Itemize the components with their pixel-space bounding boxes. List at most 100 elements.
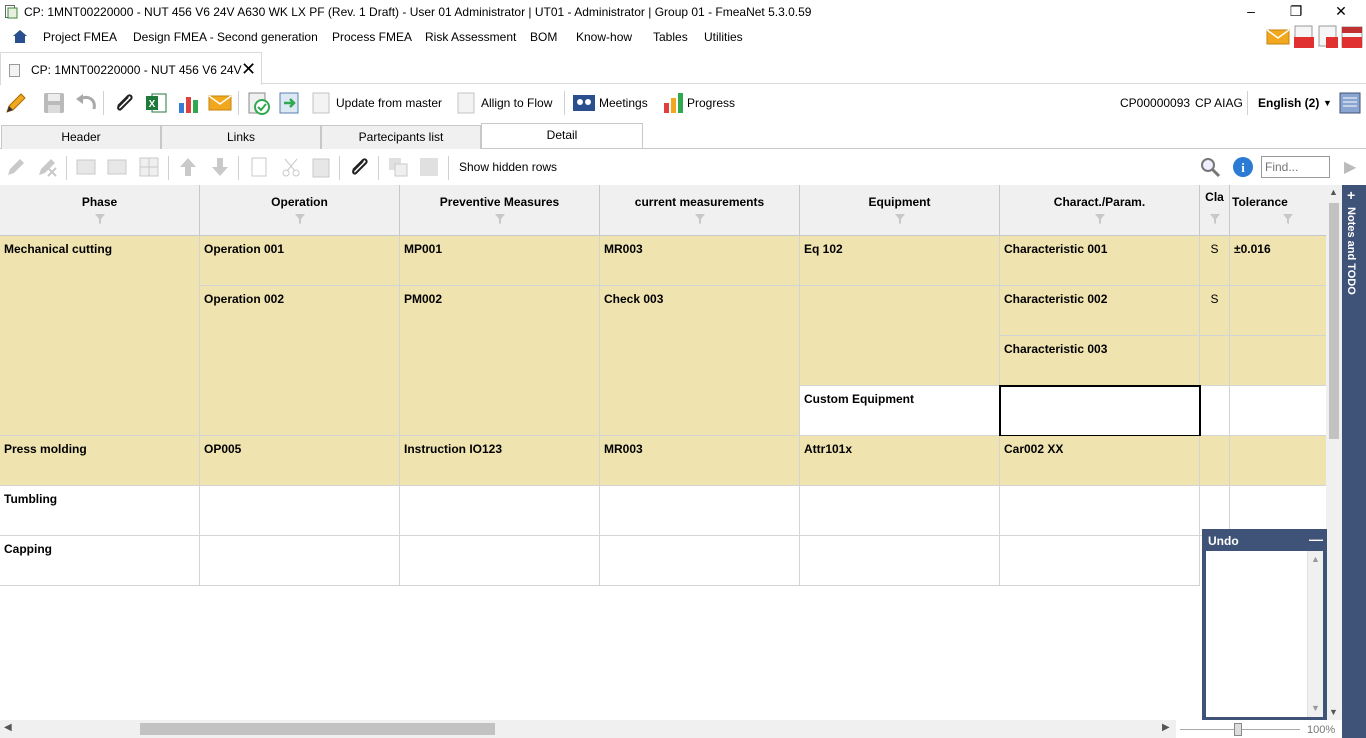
mail-notification-icon[interactable] bbox=[1266, 25, 1290, 49]
chart-icon[interactable] bbox=[176, 91, 200, 115]
cell-tolerance[interactable] bbox=[1230, 336, 1326, 386]
undo-list[interactable]: ▲ ▼ bbox=[1206, 551, 1323, 717]
filter-icon[interactable] bbox=[1209, 214, 1220, 224]
filter-icon[interactable] bbox=[94, 214, 105, 224]
cell-charact[interactable]: Car002 XX bbox=[1000, 436, 1200, 486]
scroll-up-icon[interactable]: ▲ bbox=[1311, 554, 1320, 564]
merge-icon[interactable] bbox=[418, 156, 440, 178]
cell-equipment[interactable] bbox=[800, 486, 1000, 536]
edit-pencil-icon[interactable] bbox=[4, 91, 28, 115]
chevron-down-icon[interactable]: ▼ bbox=[1323, 98, 1332, 108]
move-up-icon[interactable] bbox=[177, 156, 199, 178]
menu-risk-assessment[interactable]: Risk Assessment bbox=[425, 30, 516, 44]
cell-current[interactable] bbox=[600, 536, 800, 586]
tasks-notification-icon[interactable] bbox=[1292, 25, 1316, 49]
menu-bom[interactable]: BOM bbox=[530, 30, 557, 44]
minimize-button[interactable]: – bbox=[1228, 0, 1274, 24]
cell-cla[interactable] bbox=[1200, 436, 1230, 486]
language-select[interactable]: English (2) bbox=[1258, 96, 1319, 110]
column-header-preventive-measures[interactable]: Preventive Measures bbox=[400, 185, 600, 236]
cell-charact[interactable] bbox=[1000, 536, 1200, 586]
tab-partecipants-list[interactable]: Partecipants list bbox=[321, 125, 481, 149]
menu-design-fmea[interactable]: Design FMEA - Second generation bbox=[133, 30, 318, 44]
cell-tolerance[interactable] bbox=[1230, 286, 1326, 336]
delete-row-icon[interactable] bbox=[36, 156, 58, 178]
horizontal-scroll-thumb[interactable] bbox=[140, 723, 495, 735]
filter-icon[interactable] bbox=[494, 214, 505, 224]
vertical-scrollbar[interactable]: ▲ ▼ bbox=[1326, 185, 1342, 720]
expand-notes-icon[interactable]: + bbox=[1347, 187, 1355, 203]
cell-equipment[interactable] bbox=[800, 286, 1000, 386]
info-icon[interactable]: i bbox=[1232, 156, 1254, 178]
cell-cla[interactable] bbox=[1200, 336, 1230, 386]
filter-icon[interactable] bbox=[294, 214, 305, 224]
cell-equipment[interactable]: Attr101x bbox=[800, 436, 1000, 486]
cell-current[interactable] bbox=[600, 486, 800, 536]
zoom-slider-thumb[interactable] bbox=[1234, 723, 1242, 736]
cell-preventive[interactable] bbox=[400, 536, 600, 586]
cell-charact[interactable]: Characteristic 003 bbox=[1000, 336, 1200, 386]
document-tab[interactable]: CP: 1MNT00220000 - NUT 456 V6 24V ✕ bbox=[0, 52, 262, 85]
minimize-undo-icon[interactable]: — bbox=[1309, 531, 1323, 547]
master-document-icon[interactable] bbox=[310, 91, 334, 115]
meetings-button[interactable]: Meetings bbox=[599, 96, 648, 110]
filter-icon[interactable] bbox=[894, 214, 905, 224]
cell-preventive[interactable]: Instruction IO123 bbox=[400, 436, 600, 486]
cell-charact[interactable] bbox=[1000, 486, 1200, 536]
cell-phase[interactable]: Press molding bbox=[0, 436, 200, 486]
insert-child-icon[interactable] bbox=[106, 156, 128, 178]
update-from-master-icon[interactable] bbox=[278, 91, 302, 115]
column-header-equipment[interactable]: Equipment bbox=[800, 185, 1000, 236]
meetings-icon[interactable] bbox=[572, 91, 596, 115]
excel-export-icon[interactable]: X bbox=[144, 91, 168, 115]
cell-phase[interactable]: Tumbling bbox=[0, 486, 200, 536]
save-icon[interactable] bbox=[42, 91, 66, 115]
check-document-icon[interactable] bbox=[247, 91, 271, 115]
menu-tables[interactable]: Tables bbox=[653, 30, 688, 44]
scroll-down-icon[interactable]: ▼ bbox=[1329, 707, 1338, 717]
find-input[interactable] bbox=[1261, 156, 1330, 178]
cell-cla[interactable]: S bbox=[1200, 286, 1230, 336]
allign-to-flow-button[interactable]: Allign to Flow bbox=[481, 96, 552, 110]
cell-current[interactable]: MR003 bbox=[600, 436, 800, 486]
cell-charact[interactable]: Characteristic 001 bbox=[1000, 236, 1200, 286]
cell-equipment[interactable]: Custom Equipment bbox=[800, 386, 1000, 436]
filter-icon[interactable] bbox=[1094, 214, 1105, 224]
cell-tolerance[interactable]: ±0.016 bbox=[1230, 236, 1326, 286]
cell-operation[interactable] bbox=[200, 486, 400, 536]
update-from-master-button[interactable]: Update from master bbox=[336, 96, 442, 110]
selected-cell-charact[interactable] bbox=[999, 385, 1201, 437]
cell-preventive[interactable]: MP001 bbox=[400, 236, 600, 286]
filter-icon[interactable] bbox=[1283, 214, 1293, 224]
cell-charact[interactable]: Characteristic 002 bbox=[1000, 286, 1200, 336]
progress-button[interactable]: Progress bbox=[687, 96, 735, 110]
calendar-notification-icon[interactable] bbox=[1340, 25, 1364, 49]
attachment-icon[interactable] bbox=[348, 156, 370, 178]
column-header-phase[interactable]: Phase bbox=[0, 185, 200, 236]
panel-toggle-icon[interactable] bbox=[1338, 91, 1362, 115]
cell-current[interactable]: MR003 bbox=[600, 236, 800, 286]
cell-current[interactable]: Check 003 bbox=[600, 286, 800, 436]
edit-row-icon[interactable] bbox=[5, 156, 27, 178]
column-header-operation[interactable]: Operation bbox=[200, 185, 400, 236]
copy-icon[interactable] bbox=[248, 156, 270, 178]
column-header-current-measurements[interactable]: current measurements bbox=[600, 185, 800, 236]
cell-equipment[interactable] bbox=[800, 536, 1000, 586]
cell-preventive[interactable]: PM002 bbox=[400, 286, 600, 436]
cell-operation[interactable]: Operation 002 bbox=[200, 286, 400, 436]
cell-tolerance[interactable] bbox=[1230, 436, 1326, 486]
translate-icon[interactable] bbox=[387, 156, 409, 178]
scroll-down-icon[interactable]: ▼ bbox=[1311, 703, 1320, 713]
email-icon[interactable] bbox=[208, 91, 232, 115]
menu-process-fmea[interactable]: Process FMEA bbox=[332, 30, 412, 44]
cell-operation[interactable]: Operation 001 bbox=[200, 236, 400, 286]
notes-and-todo-panel[interactable]: + Notes and TODO bbox=[1342, 185, 1366, 738]
filter-icon[interactable] bbox=[694, 214, 705, 224]
tab-header[interactable]: Header bbox=[1, 125, 161, 149]
vertical-scroll-thumb[interactable] bbox=[1329, 203, 1339, 439]
menu-project-fmea[interactable]: Project FMEA bbox=[43, 30, 117, 44]
column-header-tolerance[interactable]: Tolerance bbox=[1230, 185, 1326, 236]
undo-icon[interactable] bbox=[74, 91, 98, 115]
grid-icon[interactable] bbox=[138, 156, 160, 178]
move-down-icon[interactable] bbox=[209, 156, 231, 178]
